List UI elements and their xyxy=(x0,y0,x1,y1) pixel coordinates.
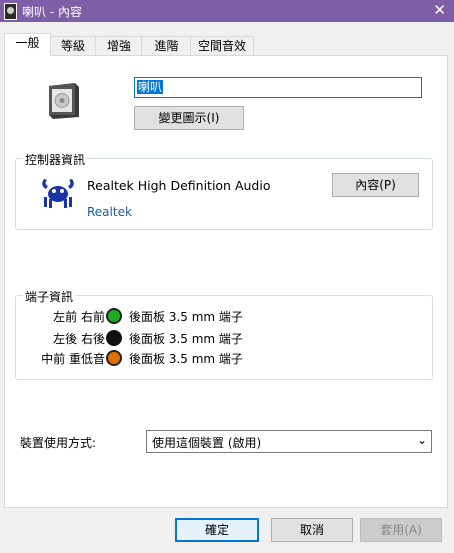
jack-label-center-sub: 中前 重低音 xyxy=(41,352,105,366)
controller-vendor: Realtek xyxy=(87,205,132,219)
jack-label-rear: 左後 右後 xyxy=(53,332,105,346)
tab-general[interactable]: 一般 xyxy=(4,33,51,56)
controller-device-name: Realtek High Definition Audio xyxy=(87,178,271,193)
tab-advanced[interactable]: 進階 xyxy=(141,36,192,55)
controller-properties-button[interactable]: 內容(P) xyxy=(332,173,419,197)
device-name-input[interactable]: 喇叭 xyxy=(134,77,422,98)
realtek-crab-icon xyxy=(42,179,74,208)
title-bar: 喇叭 - 內容 ✕ xyxy=(0,0,454,22)
jack-center-sub-icon xyxy=(106,350,122,366)
tab-levels[interactable]: 等級 xyxy=(49,36,97,55)
close-icon[interactable]: ✕ xyxy=(433,1,446,19)
chevron-down-icon: ⌄ xyxy=(416,433,427,447)
change-icon-button[interactable]: 變更圖示(I) xyxy=(134,106,244,130)
device-usage-value: 使用這個裝置 (啟用) xyxy=(152,436,262,450)
tab-spatial-sound[interactable]: 空間音效 xyxy=(190,36,254,55)
jack-rear-icon xyxy=(106,330,122,346)
jack-info-legend: 端子資訊 xyxy=(23,288,76,305)
speaker-icon xyxy=(49,83,79,119)
jack-desc-front: 後面板 3.5 mm 端子 xyxy=(129,310,243,324)
tab-enhancements[interactable]: 增強 xyxy=(95,36,143,55)
apply-button[interactable]: 套用(A) xyxy=(360,518,442,542)
jack-label-front: 左前 右前 xyxy=(53,310,105,324)
cancel-button[interactable]: 取消 xyxy=(271,518,353,542)
speaker-small-icon xyxy=(4,3,17,20)
jack-desc-rear: 後面板 3.5 mm 端子 xyxy=(129,332,243,346)
controller-info-legend: 控制器資訊 xyxy=(23,151,88,168)
jack-front-icon xyxy=(106,308,122,324)
device-usage-select[interactable]: 使用這個裝置 (啟用) ⌄ xyxy=(146,430,432,453)
device-usage-label: 裝置使用方式: xyxy=(20,436,97,450)
ok-button[interactable]: 確定 xyxy=(175,518,259,542)
window-title: 喇叭 - 內容 xyxy=(22,5,82,19)
jack-desc-center-sub: 後面板 3.5 mm 端子 xyxy=(129,352,243,366)
